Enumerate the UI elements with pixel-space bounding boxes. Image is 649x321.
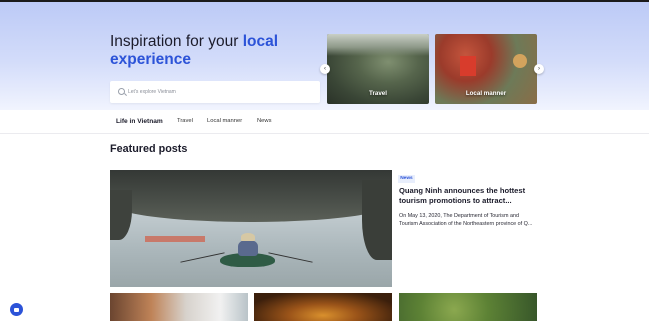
- conical-hat-shape: [241, 233, 255, 241]
- cave-rock-right: [362, 180, 392, 260]
- chevron-left-icon: ‹: [324, 66, 326, 72]
- category-card-local-manner[interactable]: Local manner: [435, 34, 537, 104]
- cave-rock-left: [110, 190, 132, 240]
- post-thumbnail-2[interactable]: [254, 293, 392, 321]
- chat-icon: [14, 307, 19, 312]
- hero-title-text: Inspiration for your: [110, 33, 243, 50]
- oar-left: [180, 252, 225, 263]
- cave-rock-top: [110, 170, 392, 222]
- rower-shape: [238, 240, 258, 256]
- post-thumbnail-3[interactable]: [399, 293, 537, 321]
- tab-news[interactable]: News: [257, 118, 272, 124]
- hero-title-accent-2: experience: [110, 51, 191, 68]
- post-thumbnail-1[interactable]: [110, 293, 248, 321]
- featured-post-image[interactable]: [110, 170, 392, 287]
- featured-post-title[interactable]: Quang Ninh announces the hottest tourism…: [399, 186, 539, 206]
- search-input[interactable]: [128, 81, 316, 103]
- tab-life-in-vietnam[interactable]: Life in Vietnam: [116, 118, 163, 125]
- chat-button[interactable]: [10, 303, 23, 316]
- tab-travel[interactable]: Travel: [177, 118, 193, 124]
- hero-title: Inspiration for your local experience: [110, 33, 310, 69]
- category-nav: Life in Vietnam Travel Local manner News: [0, 110, 649, 134]
- category-card-label: Local manner: [465, 90, 507, 97]
- chevron-right-icon: ›: [538, 66, 540, 72]
- search-box[interactable]: [110, 81, 320, 103]
- section-title: Featured posts: [110, 143, 188, 155]
- category-card-travel[interactable]: Travel: [327, 34, 429, 104]
- carousel-prev-button[interactable]: ‹: [320, 64, 330, 74]
- hero-title-accent: local: [242, 33, 279, 50]
- carousel-next-button[interactable]: ›: [534, 64, 544, 74]
- featured-post-excerpt: On May 13, 2020, The Department of Touri…: [399, 213, 533, 227]
- category-badge[interactable]: News: [398, 175, 415, 183]
- hero-banner: Inspiration for your local experience Tra…: [0, 2, 649, 110]
- tab-local-manner[interactable]: Local manner: [207, 118, 242, 124]
- ship-shape: [145, 236, 205, 242]
- search-icon: [118, 88, 125, 95]
- oar-right: [268, 252, 313, 263]
- category-card-label: Travel: [369, 90, 387, 97]
